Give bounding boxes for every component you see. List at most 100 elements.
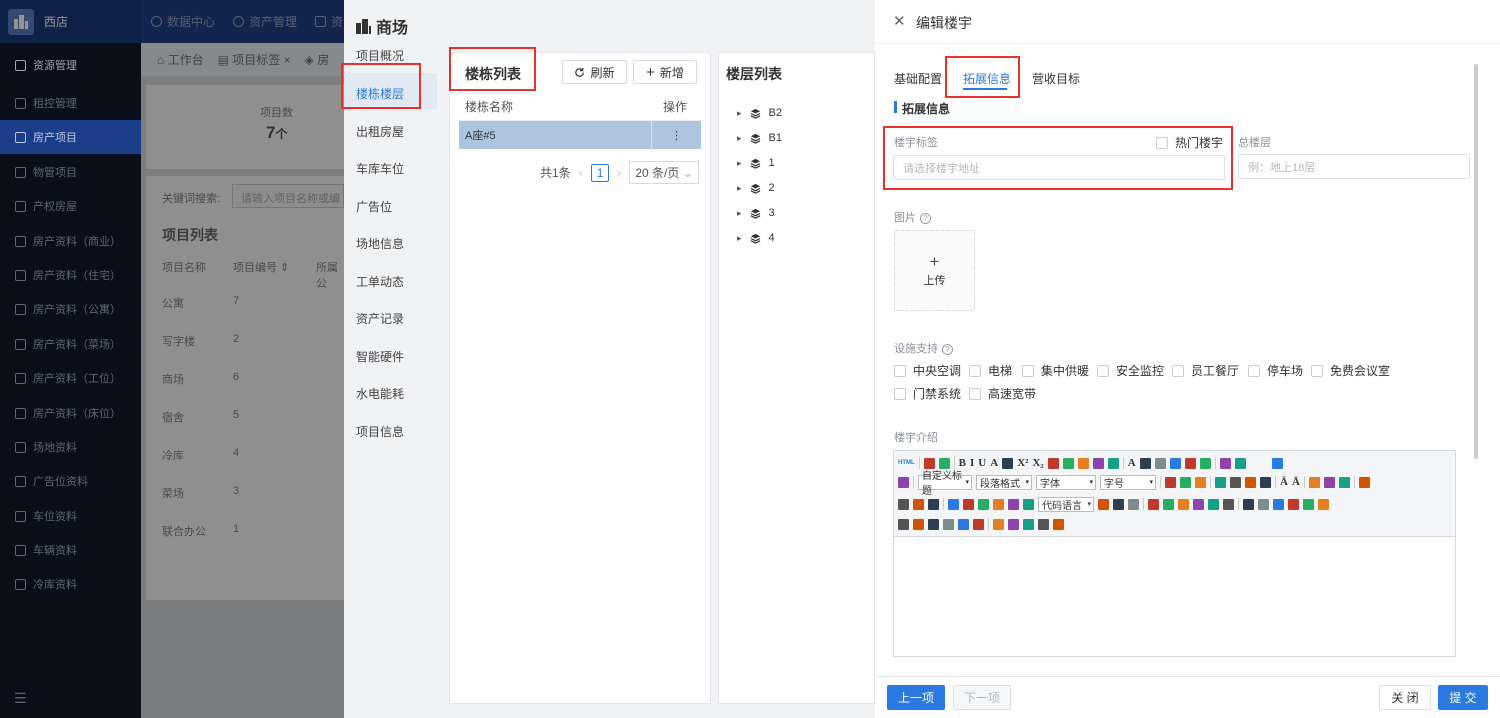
insert-frame-icon[interactable]: [1023, 498, 1034, 510]
close-button[interactable]: 关 闭: [1379, 685, 1431, 710]
attachment-icon[interactable]: [1008, 498, 1019, 510]
music-icon[interactable]: [993, 498, 1004, 510]
text-format-icon[interactable]: A: [990, 457, 998, 469]
paste-plain-icon[interactable]: [1107, 457, 1119, 469]
ltr-icon[interactable]: [1165, 476, 1176, 488]
prev-page-button[interactable]: ‹: [579, 166, 583, 180]
editor-content-area[interactable]: [895, 538, 1454, 656]
date-icon[interactable]: [1163, 498, 1174, 510]
caret-right-icon[interactable]: ▸: [737, 158, 742, 169]
sidebar-item-14[interactable]: 车辆资料: [0, 533, 141, 567]
split-cells-icon[interactable]: [928, 518, 939, 530]
facility-checkbox-5[interactable]: 停车场: [1248, 362, 1303, 379]
checkbox[interactable]: [894, 364, 906, 377]
project-nav-item-6[interactable]: 工单动态: [356, 273, 404, 290]
sidebar-item-0[interactable]: 资源管理: [0, 48, 141, 82]
image-left-icon[interactable]: [1358, 476, 1370, 488]
add-building-button[interactable]: + 新增: [633, 60, 697, 84]
caret-right-icon[interactable]: ▸: [737, 233, 742, 244]
delete-row-icon[interactable]: [1288, 498, 1299, 510]
project-nav-item-3[interactable]: 车库车位: [356, 160, 404, 177]
search-replace-icon[interactable]: [1023, 518, 1034, 530]
background-icon[interactable]: [1128, 498, 1139, 510]
table-row[interactable]: A座#5 ⋮: [459, 121, 701, 149]
align-left-icon[interactable]: [1215, 476, 1226, 488]
text-format-icon[interactable]: I: [970, 457, 974, 469]
collapse-menu-icon[interactable]: ☰: [14, 690, 27, 707]
checkbox[interactable]: [1022, 364, 1034, 377]
code-language-select[interactable]: 代码语言 ▾: [1038, 496, 1094, 512]
font-size-select[interactable]: 字号 ▾: [1100, 474, 1156, 490]
next-item-button[interactable]: 下一项: [953, 685, 1011, 710]
heading-select[interactable]: 自定义标题 ▾: [918, 471, 972, 497]
text-format-icon[interactable]: X²: [1017, 457, 1028, 469]
table-icon[interactable]: [1243, 498, 1254, 510]
sidebar-item-10[interactable]: 房产资料（床位）: [0, 396, 141, 430]
format-16-icon[interactable]: Ä: [1280, 476, 1288, 488]
checkbox[interactable]: [894, 387, 906, 400]
caret-right-icon[interactable]: ▸: [737, 183, 742, 194]
floor-item[interactable]: ▸ B1: [737, 132, 782, 144]
sidebar-item-5[interactable]: 房产资料（商业）: [0, 224, 141, 258]
print-icon[interactable]: [993, 518, 1004, 530]
justify-icon[interactable]: [1260, 476, 1271, 488]
auto-format-icon[interactable]: [1077, 457, 1089, 469]
select-all-icon[interactable]: [1184, 457, 1196, 469]
caret-right-icon[interactable]: ▸: [737, 208, 742, 219]
sidebar-item-9[interactable]: 房产资料（工位）: [0, 361, 141, 395]
checkbox[interactable]: [1097, 364, 1109, 377]
align-center-icon[interactable]: [1230, 476, 1241, 488]
ordered-list-icon[interactable]: [1154, 457, 1166, 469]
refresh-button[interactable]: 刷新: [562, 60, 627, 84]
facility-checkbox-3[interactable]: 安全监控: [1097, 362, 1164, 379]
image-right-icon[interactable]: [928, 498, 939, 510]
upload-button[interactable]: + 上传: [894, 230, 975, 311]
page-number-button[interactable]: 1: [590, 163, 610, 182]
sidebar-item-4[interactable]: 产权房屋: [0, 189, 141, 223]
checkbox[interactable]: [1311, 364, 1323, 377]
prev-item-button[interactable]: 上一项: [887, 685, 945, 710]
text-format-icon[interactable]: X₂: [1032, 457, 1043, 469]
fullscreen-icon[interactable]: [1271, 457, 1283, 469]
row-spacing-icon[interactable]: [898, 476, 909, 488]
sidebar-item-15[interactable]: 冷库资料: [0, 567, 141, 601]
highlight-icon[interactable]: [1139, 457, 1151, 469]
table-props-icon[interactable]: [973, 518, 984, 530]
tab-basic-config[interactable]: 基础配置: [894, 70, 942, 87]
merge-right-icon[interactable]: [898, 518, 909, 530]
project-nav-item-7[interactable]: 资产记录: [356, 310, 404, 327]
floor-item[interactable]: ▸ B2: [737, 107, 782, 119]
facility-checkbox-2[interactable]: 集中供暖: [1022, 362, 1089, 379]
project-nav-item-8[interactable]: 智能硬件: [356, 348, 404, 365]
facility-checkbox-4[interactable]: 员工餐厅: [1172, 362, 1239, 379]
page-break-icon[interactable]: [1098, 498, 1109, 510]
facility-checkbox-6[interactable]: 免费会议室: [1311, 362, 1390, 379]
project-nav-item-5[interactable]: 场地信息: [356, 235, 404, 252]
map-icon[interactable]: [1208, 498, 1219, 510]
insert-image-icon[interactable]: [948, 498, 959, 510]
eraser-icon[interactable]: [1047, 457, 1059, 469]
project-nav-item-4[interactable]: 广告位: [356, 198, 392, 215]
text-format-icon[interactable]: A: [1128, 457, 1136, 469]
font-family-select[interactable]: 字体 ▾: [1036, 474, 1096, 490]
floor-item[interactable]: ▸ 1: [737, 157, 775, 169]
clear-doc-icon[interactable]: [1199, 457, 1211, 469]
floor-item[interactable]: ▸ 2: [737, 182, 775, 194]
help-icon[interactable]: ?: [942, 343, 953, 355]
merge-down-icon[interactable]: [913, 518, 924, 530]
align-right-icon[interactable]: [1245, 476, 1256, 488]
html-source-button[interactable]: HTML: [898, 460, 915, 466]
project-nav-item-2[interactable]: 出租房屋: [356, 123, 404, 140]
link-icon[interactable]: [1308, 476, 1320, 488]
help-icon[interactable]: ?: [920, 212, 931, 224]
floor-item[interactable]: ▸ 3: [737, 207, 775, 219]
sidebar-item-11[interactable]: 场地资料: [0, 430, 141, 464]
checkbox[interactable]: [969, 364, 981, 377]
unlink-icon[interactable]: [1323, 476, 1335, 488]
anchor-icon[interactable]: [1338, 476, 1350, 488]
template-icon[interactable]: [1113, 498, 1124, 510]
facility-checkbox-8[interactable]: 高速宽带: [969, 385, 1036, 402]
project-nav-item-0[interactable]: 项目概况: [356, 47, 404, 64]
format-painter-icon[interactable]: [1062, 457, 1074, 469]
insert-col-icon[interactable]: [1273, 498, 1284, 510]
